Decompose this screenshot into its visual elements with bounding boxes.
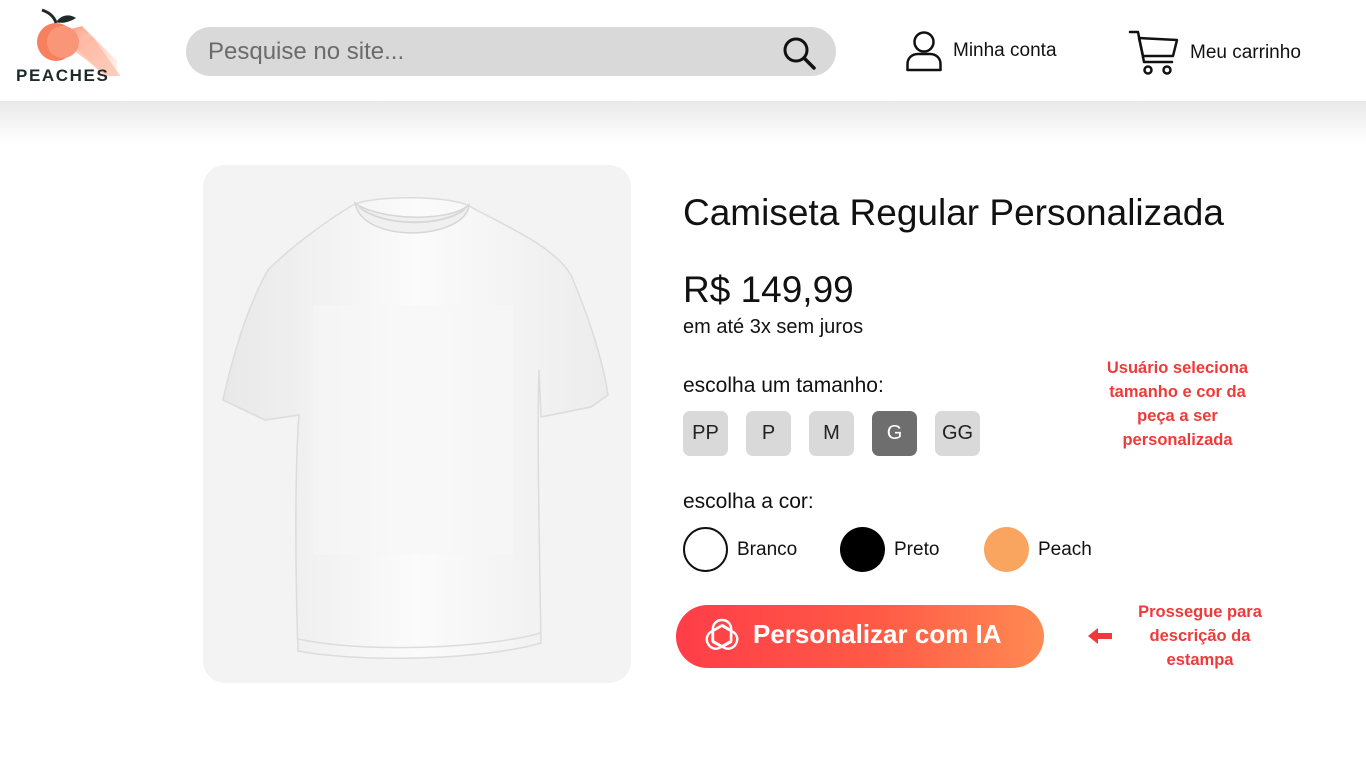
- product-price: R$ 149,99: [683, 269, 854, 310]
- size-button-pp[interactable]: PP: [683, 411, 728, 456]
- cart-link[interactable]: Meu carrinho: [1128, 28, 1301, 78]
- color-swatch-branco[interactable]: [683, 527, 728, 572]
- cart-icon: [1128, 30, 1179, 75]
- color-swatch-preto[interactable]: [840, 527, 885, 572]
- annotation-cta: Prossegue para descrição da estampa: [1138, 603, 1262, 669]
- cart-label: Meu carrinho: [1190, 42, 1301, 63]
- peaches-logo[interactable]: PEACHES: [12, 6, 122, 98]
- product-title: Camiseta Regular Personalizada: [683, 192, 1224, 233]
- account-link[interactable]: Minha conta: [905, 30, 1057, 72]
- search-icon: [783, 37, 816, 70]
- site-header: PEACHES Minha conta Meu carrinho: [0, 0, 1366, 101]
- size-button-p[interactable]: P: [746, 411, 791, 456]
- product-image: [203, 165, 631, 683]
- tshirt-image: [222, 197, 609, 659]
- color-name-peach: Peach: [1038, 538, 1092, 560]
- user-icon: [906, 31, 942, 72]
- color-label: escolha a cor:: [683, 490, 814, 513]
- account-label: Minha conta: [953, 40, 1057, 61]
- color-option-peach[interactable]: Peach: [984, 527, 1092, 572]
- search-input[interactable]: [208, 27, 768, 76]
- arrow-left-icon: [1088, 628, 1112, 644]
- installments-text: em até 3x sem juros: [683, 316, 864, 338]
- logo-text: PEACHES: [16, 66, 110, 85]
- search-bar: [186, 27, 836, 76]
- color-name-preto: Preto: [894, 538, 940, 560]
- size-selector: PP P M G GG: [683, 411, 980, 456]
- openai-icon: [705, 618, 739, 650]
- annotation-size-color: Usuário seleciona tamanho e cor da peça …: [1106, 359, 1249, 449]
- header-shadow: [0, 101, 1366, 143]
- size-button-g[interactable]: G: [872, 411, 917, 456]
- personalize-ai-label: Personalizar com IA: [753, 619, 1002, 649]
- color-option-branco[interactable]: Branco: [683, 527, 797, 572]
- size-button-m[interactable]: M: [809, 411, 854, 456]
- size-label: escolha um tamanho:: [683, 374, 884, 397]
- color-option-preto[interactable]: Preto: [840, 527, 939, 572]
- personalize-ai-button[interactable]: Personalizar com IA: [676, 605, 1044, 668]
- size-button-gg[interactable]: GG: [935, 411, 980, 456]
- color-name-branco: Branco: [737, 538, 798, 560]
- search-button[interactable]: [780, 34, 818, 72]
- color-swatch-peach[interactable]: [984, 527, 1029, 572]
